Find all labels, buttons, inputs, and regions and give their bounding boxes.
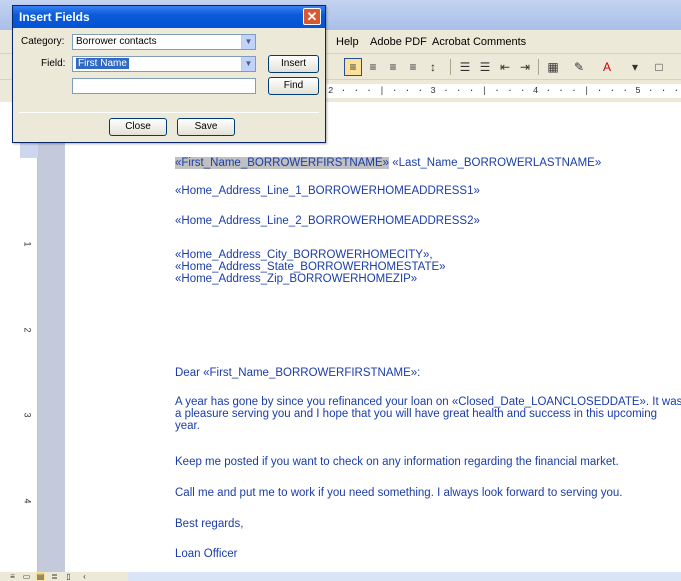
vertical-ruler: 1 2 3 4 <box>20 142 38 572</box>
ruler-number: 1 <box>22 241 33 247</box>
address-city: «Home_Address_City_BORROWERHOMECITY», <box>175 249 433 261</box>
toolbar-options-icon[interactable]: ▾ <box>626 58 644 76</box>
page-icon[interactable]: □ <box>650 58 668 76</box>
insert-fields-dialog: Insert Fields ✕ Category: Borrower conta… <box>12 5 326 143</box>
highlight-icon[interactable]: ✎ <box>570 58 588 76</box>
last-name-merge-field: «Last_Name_BORROWERLASTNAME» <box>392 157 602 169</box>
line-spacing-icon[interactable]: ↕ <box>424 58 442 76</box>
web-view-icon[interactable]: ▭ <box>22 572 31 581</box>
close-button[interactable]: Close <box>109 118 167 136</box>
signature: Loan Officer <box>175 548 238 560</box>
dialog-divider <box>19 112 319 113</box>
horizontal-scrollbar[interactable] <box>128 572 681 581</box>
find-input[interactable] <box>72 78 256 94</box>
justify-icon[interactable]: ≡ <box>404 58 422 76</box>
align-left-icon[interactable]: ≡ <box>344 58 362 76</box>
ruler-margin-marker <box>20 142 38 158</box>
toolbar-separator <box>450 59 451 75</box>
name-line: «First_Name_BORROWERFIRSTNAME» «Last_Nam… <box>175 157 601 169</box>
address-state: «Home_Address_State_BORROWERHOMESTATE» <box>175 261 446 273</box>
view-bar: ≡ ▭ ▤ ≣ ▯ ‹ <box>0 572 681 581</box>
menu-adobe-pdf[interactable]: Adobe PDF <box>370 36 427 48</box>
save-button[interactable]: Save <box>177 118 235 136</box>
decrease-indent-icon[interactable]: ⇤ <box>496 58 514 76</box>
insert-button[interactable]: Insert <box>268 55 319 73</box>
dialog-title: Insert Fields <box>19 10 90 24</box>
find-button[interactable]: Find <box>268 77 319 95</box>
field-value: First Name <box>76 58 129 69</box>
address-zip: «Home_Address_Zip_BORROWERHOMEZIP» <box>175 273 418 285</box>
increase-indent-icon[interactable]: ⇥ <box>516 58 534 76</box>
scroll-left-icon[interactable]: ‹ <box>80 572 89 581</box>
document-page[interactable]: «First_Name_BORROWERFIRSTNAME» «Last_Nam… <box>65 142 681 572</box>
field-select[interactable]: First Name ▼ <box>72 56 256 72</box>
chevron-down-icon[interactable]: ▼ <box>241 35 255 49</box>
menu-help[interactable]: Help <box>336 36 359 48</box>
menu-acrobat-comments[interactable]: Acrobat Comments <box>432 36 526 48</box>
ruler-number: 2 <box>22 327 33 333</box>
font-color-icon[interactable]: A <box>598 58 616 76</box>
field-label: Field: <box>41 58 66 69</box>
borders-icon[interactable]: ▦ <box>544 58 562 76</box>
left-edge <box>0 142 20 572</box>
salutation: Dear «First_Name_BORROWERFIRSTNAME»: <box>175 367 421 379</box>
align-right-icon[interactable]: ≡ <box>384 58 402 76</box>
close-icon[interactable]: ✕ <box>303 8 321 25</box>
outline-view-icon[interactable]: ≣ <box>50 572 59 581</box>
paragraph-1: A year has gone by since you refinanced … <box>175 396 681 432</box>
chevron-down-icon[interactable]: ▼ <box>241 57 255 71</box>
normal-view-icon[interactable]: ≡ <box>8 572 17 581</box>
closing: Best regards, <box>175 518 244 530</box>
address-line-2: «Home_Address_Line_2_BORROWERHOMEADDRESS… <box>175 215 480 227</box>
dialog-titlebar[interactable]: Insert Fields ✕ <box>13 6 325 28</box>
address-line-1: «Home_Address_Line_1_BORROWERHOMEADDRESS… <box>175 185 480 197</box>
ruler-number: 3 <box>22 412 33 418</box>
page-margin-band <box>38 142 65 572</box>
category-label: Category: <box>21 36 65 47</box>
paragraph-2: Keep me posted if you want to check on a… <box>175 456 619 468</box>
first-name-merge-field: «First_Name_BORROWERFIRSTNAME» <box>175 157 390 169</box>
toolbar-separator <box>538 59 539 75</box>
ruler-number: 4 <box>22 498 33 504</box>
align-center-icon[interactable]: ≡ <box>364 58 382 76</box>
bullets-icon[interactable]: ☰ <box>476 58 494 76</box>
category-select[interactable]: Borrower contacts ▼ <box>72 34 256 50</box>
numbering-icon[interactable]: ☰ <box>456 58 474 76</box>
print-layout-icon[interactable]: ▤ <box>36 572 45 581</box>
category-value: Borrower contacts <box>76 36 157 47</box>
paragraph-3: Call me and put me to work if you need s… <box>175 487 623 499</box>
reading-view-icon[interactable]: ▯ <box>64 572 73 581</box>
